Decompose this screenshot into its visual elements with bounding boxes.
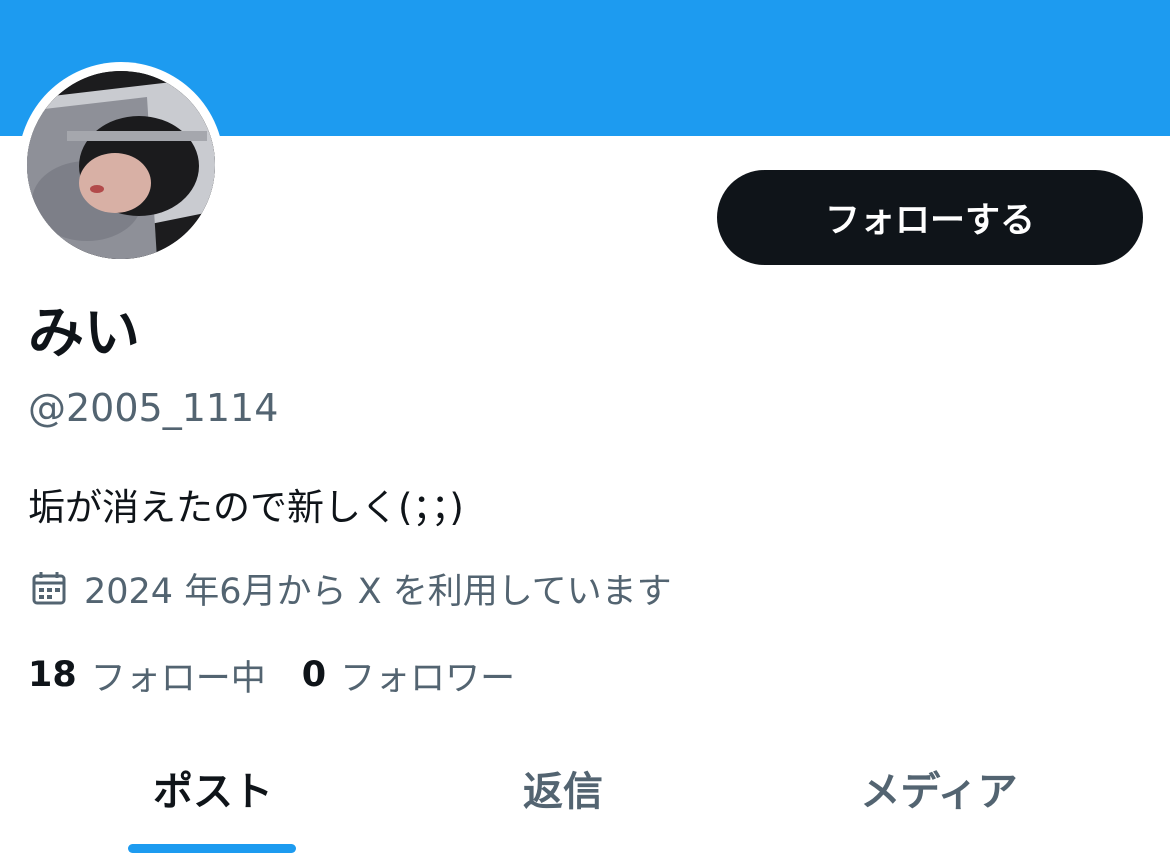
following-link[interactable]: 18 フォロー中 [28, 650, 266, 701]
profile-bio: 垢が消えたので新しく(；；) [28, 486, 464, 529]
active-tab-indicator [128, 844, 296, 853]
tab-replies[interactable]: 返信 [368, 730, 758, 846]
tab-posts[interactable]: ポスト [18, 730, 408, 846]
calendar-icon [30, 569, 68, 607]
avatar-ring [18, 62, 224, 268]
followers-label: フォロワー [340, 658, 516, 699]
joined-text: 2024 年6月から X を利用しています [84, 571, 672, 612]
followers-link[interactable]: 0 フォロワー [302, 650, 515, 701]
followers-count: 0 [301, 655, 327, 695]
tab-media[interactable]: メディア [744, 730, 1134, 846]
following-label: フォロー中 [90, 658, 266, 699]
following-count: 18 [28, 655, 77, 695]
avatar[interactable] [27, 71, 215, 259]
profile-tabs: ポスト 返信 メディア [0, 730, 1170, 853]
follow-button[interactable]: フォローする [717, 170, 1143, 265]
follow-stats: 18 フォロー中 0 フォロワー [28, 650, 551, 701]
user-handle: @2005_1114 [28, 386, 279, 430]
display-name: みい [28, 301, 140, 366]
joined-date: 2024 年6月から X を利用しています [30, 566, 672, 612]
avatar-photo [27, 71, 215, 259]
